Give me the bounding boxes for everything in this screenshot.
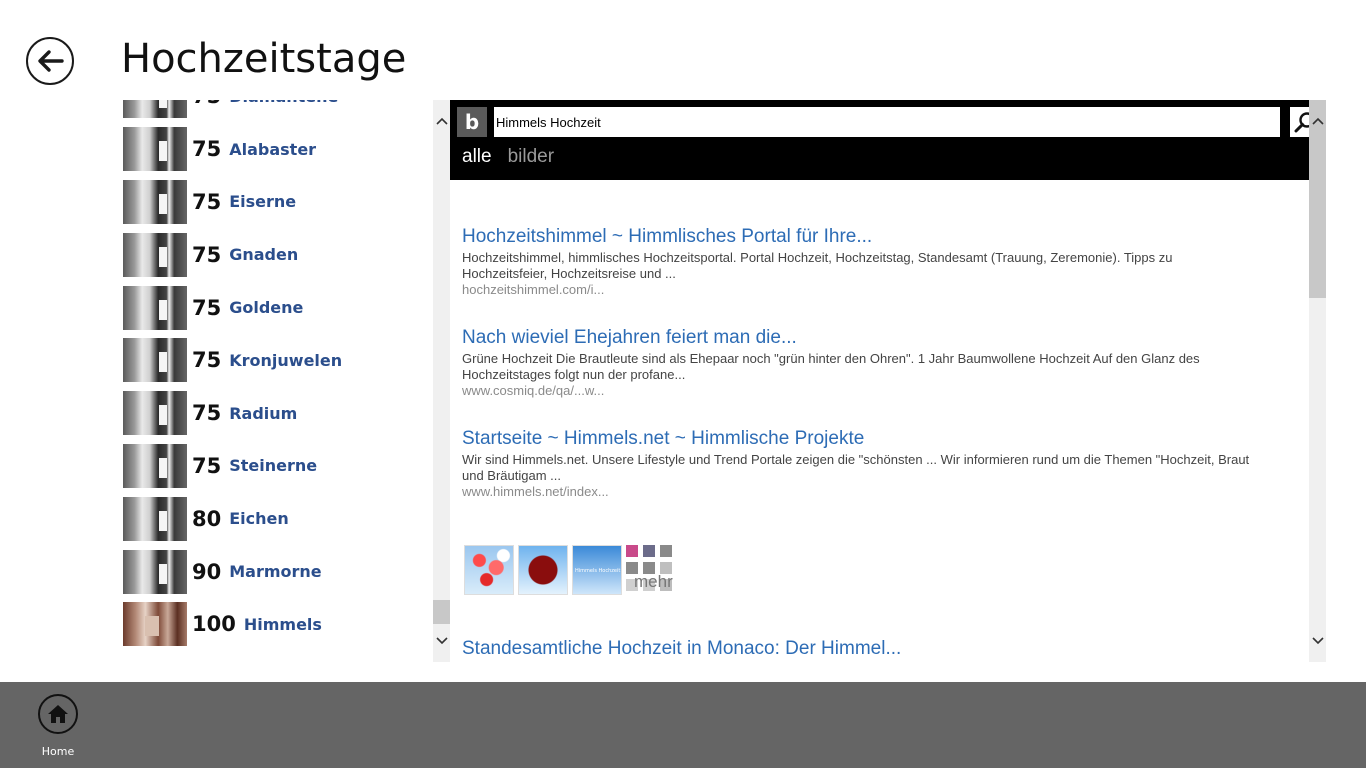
list-item-years: 75 [192, 100, 221, 108]
couple-photo [123, 602, 187, 647]
list-item[interactable]: 90 Marmorne [123, 545, 423, 598]
list-item-years: 100 [192, 612, 236, 637]
list-item-name: Eiserne [229, 192, 297, 212]
image-result-thumbnail[interactable]: Himmels Hochzeit [572, 545, 622, 595]
result-url[interactable]: hochzeitshimmel.com/i... [462, 282, 1322, 298]
search-tabs: alle bilder [462, 146, 554, 168]
list-item-years: 75 [192, 189, 222, 214]
list-item-name: Marmorne [229, 562, 322, 582]
list-item-name: Eichen [229, 509, 289, 529]
more-images-label: mehr [634, 572, 673, 591]
couple-photo [123, 391, 187, 436]
result-snippet: Wir sind Himmels.net. Unsere Lifestyle u… [462, 452, 1250, 483]
list-item[interactable]: 80 Eichen [123, 492, 423, 545]
list-item-years: 75 [192, 348, 222, 373]
result-snippet: Grüne Hochzeit Die Brautleute sind als E… [462, 351, 1200, 382]
list-item[interactable]: 75 Eiserne [123, 176, 423, 229]
list-item[interactable]: 75 Gnaden [123, 228, 423, 281]
list-item-name: Gnaden [229, 245, 299, 265]
home-label: Home [41, 745, 75, 758]
list-item[interactable]: 75 Goldene [123, 281, 423, 334]
tab-bilder[interactable]: bilder [508, 146, 554, 168]
couple-photo [123, 443, 187, 488]
result-snippet: Hochzeitshimmel, himmlisches Hochzeitspo… [462, 250, 1173, 281]
result-title-link[interactable]: Startseite ~ Himmels.net ~ Himmlische Pr… [462, 428, 1322, 450]
couple-photo [123, 100, 187, 119]
couple-photo [123, 285, 187, 330]
app-bar: Home [0, 682, 1366, 768]
list-item-name: Alabaster [229, 139, 317, 159]
list-item-years: 90 [192, 559, 222, 584]
app-window: Hochzeitstage 75 Diamantene 75 Alabaster 75 E… [0, 0, 1366, 768]
thumbnail-caption: Himmels Hochzeit [575, 568, 621, 574]
web-view-scrollbar[interactable] [1309, 100, 1326, 662]
web-view: b alle bilder Hochzeitshimmel ~ Himmlisc… [450, 100, 1326, 662]
search-result: Startseite ~ Himmels.net ~ Himmlische Pr… [462, 428, 1322, 500]
scroll-up-icon[interactable] [433, 112, 450, 129]
bing-logo-icon[interactable]: b [457, 107, 487, 137]
anniversary-list: 75 Diamantene 75 Alabaster 75 Eiserne 75 Gnaden… [123, 100, 423, 662]
couple-photo [123, 179, 187, 224]
list-item[interactable]: 75 Alabaster [123, 123, 423, 176]
back-button[interactable] [26, 37, 74, 85]
bing-header: b alle bilder [450, 100, 1326, 180]
couple-photo [123, 549, 187, 594]
image-result-thumbnail[interactable] [464, 545, 514, 595]
couple-photo [123, 496, 187, 541]
result-url[interactable]: www.himmels.net/index... [462, 484, 1322, 500]
home-button[interactable]: Home [38, 694, 78, 764]
list-item-years: 75 [192, 242, 222, 267]
list-item-years: 75 [192, 401, 222, 426]
search-result: Nach wieviel Ehejahren feiert man die...… [462, 327, 1322, 399]
page-title: Hochzeitstage [121, 36, 407, 82]
tab-alle[interactable]: alle [462, 146, 492, 168]
couple-photo [123, 338, 187, 383]
more-images-button[interactable]: mehr [626, 545, 676, 595]
scrollbar-thumb[interactable] [1309, 100, 1326, 298]
search-result: Standesamtliche Hochzeit in Monaco: Der … [462, 638, 1322, 660]
list-scrollbar[interactable] [433, 100, 450, 662]
list-item[interactable]: 100 Himmels [123, 598, 423, 651]
result-title-link[interactable]: Standesamtliche Hochzeit in Monaco: Der … [462, 638, 1322, 660]
list-item[interactable]: 75 Radium [123, 387, 423, 440]
list-item-name: Kronjuwelen [229, 350, 343, 370]
result-url[interactable]: www.cosmiq.de/qa/...w... [462, 383, 1322, 399]
result-title-link[interactable]: Nach wieviel Ehejahren feiert man die... [462, 327, 1322, 349]
image-results: Himmels Hochzeit mehr [464, 545, 676, 595]
list-item-years: 75 [192, 453, 222, 478]
list-item-years: 75 [192, 137, 222, 162]
image-result-thumbnail[interactable] [518, 545, 568, 595]
list-item[interactable]: 75 Diamantene [123, 100, 423, 123]
scroll-up-icon[interactable] [1309, 112, 1326, 129]
home-icon [48, 705, 68, 723]
result-title-link[interactable]: Hochzeitshimmel ~ Himmlisches Portal für… [462, 226, 1322, 248]
list-item[interactable]: 75 Kronjuwelen [123, 334, 423, 387]
couple-photo [123, 127, 187, 172]
scrollbar-thumb[interactable] [433, 600, 450, 624]
list-item-name: Steinerne [229, 456, 318, 476]
home-icon-circle [38, 694, 78, 734]
list-item-years: 80 [192, 506, 222, 531]
search-result: Hochzeitshimmel ~ Himmlisches Portal für… [462, 226, 1322, 298]
scroll-down-icon[interactable] [1309, 632, 1326, 649]
list-item-name: Diamantene [229, 100, 338, 106]
arrow-left-icon [38, 50, 64, 72]
couple-photo [123, 232, 187, 277]
search-input[interactable] [494, 107, 1280, 137]
list-item-name: Radium [229, 403, 298, 423]
list-item-years: 75 [192, 295, 222, 320]
list-item-name: Himmels [243, 614, 322, 634]
list-item-name: Goldene [229, 298, 304, 318]
list-item[interactable]: 75 Steinerne [123, 440, 423, 493]
scroll-down-icon[interactable] [433, 632, 450, 649]
